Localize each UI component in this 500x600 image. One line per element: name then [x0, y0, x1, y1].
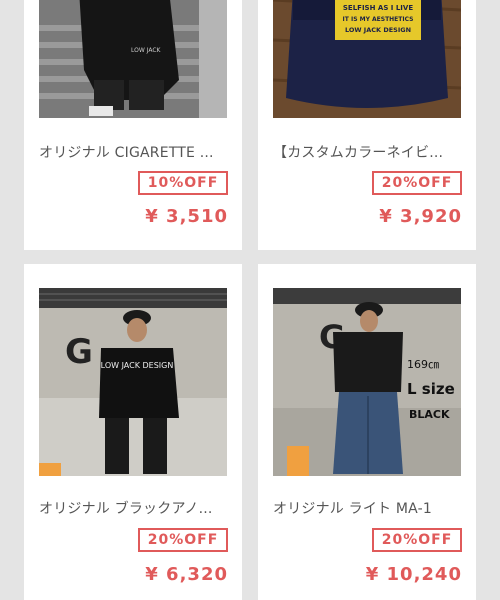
discount-badge: 20%OFF: [372, 171, 462, 195]
color-label: BLACK: [409, 408, 450, 421]
product-title[interactable]: オリジナル ライト MA-1: [273, 498, 463, 518]
product-price: ¥ 3,510: [145, 206, 228, 227]
product-card[interactable]: LOW JACK オリジナル CIGARETTE ... 10%OFF ¥ 3,…: [24, 0, 242, 250]
discount-badge: 20%OFF: [138, 528, 228, 552]
product-card[interactable]: G 169㎝ L size BLACK オリジナル ライト MA-1 20%OF…: [258, 264, 476, 600]
product-price: ¥ 10,240: [365, 564, 462, 585]
model-height-label: 169㎝: [407, 358, 439, 371]
product-card[interactable]: G LOW JACK DESIGN オリジナル ブラックアノ... 20%OFF…: [24, 264, 242, 600]
product-image[interactable]: LOW JACK: [39, 0, 227, 118]
photo-print-text: LOW JACK DESIGN: [101, 361, 174, 370]
product-title[interactable]: 【カスタムカラーネイビ...: [273, 142, 463, 162]
svg-text:LOW JACK: LOW JACK: [131, 47, 162, 54]
product-price: ¥ 3,920: [379, 206, 462, 227]
cap-text-line: IT IS MY AESTHETICS: [343, 16, 414, 23]
product-image[interactable]: G LOW JACK DESIGN: [39, 288, 227, 476]
product-title[interactable]: オリジナル ブラックアノ...: [39, 498, 229, 518]
cap-text-line: LOW JACK DESIGN: [345, 26, 411, 34]
wall-letter: G: [65, 332, 93, 372]
product-title[interactable]: オリジナル CIGARETTE ...: [39, 142, 229, 162]
product-card[interactable]: SELFISH AS I LIVE IT IS MY AESTHETICS LO…: [258, 0, 476, 250]
product-image[interactable]: G 169㎝ L size BLACK: [273, 288, 461, 476]
size-label: L size: [407, 380, 455, 398]
discount-badge: 20%OFF: [372, 528, 462, 552]
cap-text-line: SELFISH AS I LIVE: [343, 4, 413, 12]
discount-badge: 10%OFF: [138, 171, 228, 195]
product-price: ¥ 6,320: [145, 564, 228, 585]
product-image[interactable]: SELFISH AS I LIVE IT IS MY AESTHETICS LO…: [273, 0, 461, 118]
